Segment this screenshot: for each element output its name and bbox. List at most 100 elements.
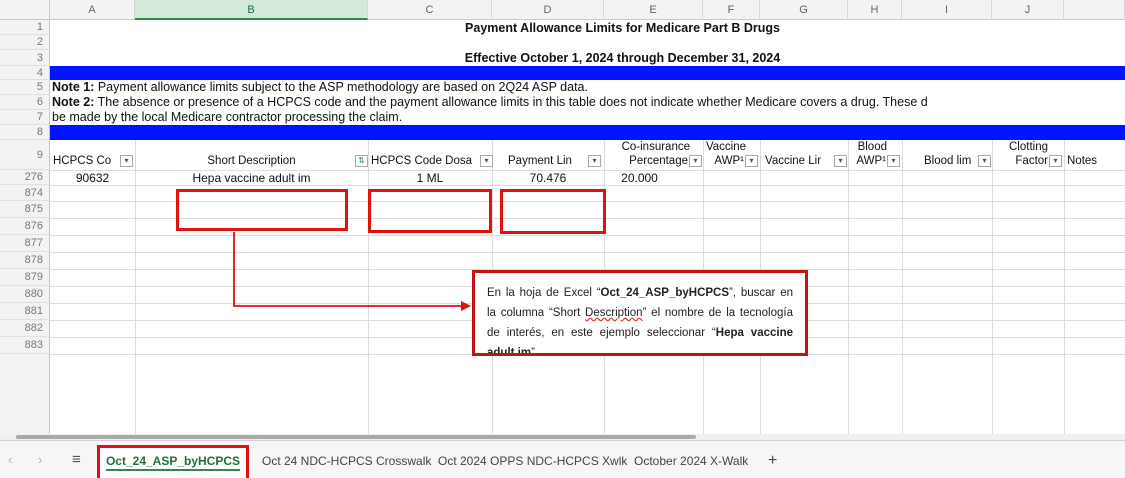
cell-hcpcs-code[interactable]: 90632 bbox=[50, 171, 135, 185]
column-header-f[interactable]: F bbox=[703, 0, 760, 20]
callout-spellcheck-word: Description bbox=[585, 307, 643, 319]
row-header[interactable]: 878 bbox=[0, 252, 50, 269]
row-header[interactable]: 881 bbox=[0, 303, 50, 320]
filter-dropdown-icon[interactable]: ▾ bbox=[120, 155, 133, 167]
callout-text: ”. bbox=[531, 347, 539, 356]
column-header-i[interactable]: I bbox=[902, 0, 992, 20]
header-blood-limit[interactable]: Blood lim bbox=[924, 154, 979, 169]
row-header[interactable]: 276 bbox=[0, 170, 50, 185]
tab-oct-24-ndc-hcpcs-crosswalk[interactable]: Oct 24 NDC-HCPCS Crosswalk bbox=[262, 449, 431, 473]
sheet-tab-bar: ‹ › ≡ Oct_24_ASP_byHCPCS Oct 24 NDC-HCPC… bbox=[0, 440, 1125, 478]
grid-line bbox=[1064, 185, 1065, 435]
scrollbar-thumb[interactable] bbox=[16, 435, 696, 439]
row-header[interactable]: 8 bbox=[0, 125, 50, 140]
grid-line bbox=[135, 185, 136, 435]
note-1: Note 1: Payment allowance limits subject… bbox=[52, 80, 588, 95]
column-header-k[interactable] bbox=[1064, 0, 1125, 20]
column-header-g[interactable]: G bbox=[760, 0, 848, 20]
filter-dropdown-icon[interactable]: ▾ bbox=[480, 155, 493, 167]
tab-oct-2024-opps-ndc-hcpcs-xwlk[interactable]: Oct 2024 OPPS NDC-HCPCS Xwlk bbox=[438, 449, 627, 473]
note-1-label: Note 1: bbox=[52, 80, 95, 94]
grid-line bbox=[1064, 140, 1065, 185]
cell-coinsurance[interactable]: 20.000 bbox=[604, 171, 703, 185]
header-clotting-factor-line2[interactable]: Factor bbox=[993, 154, 1048, 169]
header-hcpcs-code-dosage[interactable]: HCPCS Code Dosa bbox=[371, 154, 481, 169]
filter-dropdown-icon[interactable]: ▾ bbox=[834, 155, 847, 167]
filter-dropdown-icon[interactable]: ▾ bbox=[689, 155, 702, 167]
header-payment-limit[interactable]: Payment Lin bbox=[508, 154, 588, 169]
spreadsheet-grid[interactable]: A B C D E F G H I J 1 2 3 4 5 6 7 8 9 27… bbox=[0, 0, 1125, 440]
sheet-title: Payment Allowance Limits for Medicare Pa… bbox=[465, 21, 780, 35]
row-header[interactable]: 3 bbox=[0, 50, 50, 66]
grid-line bbox=[50, 252, 1125, 253]
header-blood-awp-line2[interactable]: AWP¹ bbox=[849, 154, 886, 169]
row-header[interactable]: 882 bbox=[0, 320, 50, 337]
header-clotting-factor-line1: Clotting bbox=[1009, 141, 1048, 153]
row-header[interactable]: 876 bbox=[0, 218, 50, 235]
row-header[interactable]: 5 bbox=[0, 80, 50, 95]
filter-dropdown-icon[interactable]: ▾ bbox=[1049, 155, 1062, 167]
row-header[interactable]: 879 bbox=[0, 269, 50, 286]
note-2-label: Note 2: bbox=[52, 95, 95, 109]
column-header-b[interactable]: B bbox=[135, 0, 368, 20]
highlight-box-short-description bbox=[176, 189, 348, 231]
row-header[interactable]: 7 bbox=[0, 110, 50, 125]
tab-october-2024-x-walk[interactable]: October 2024 X-Walk bbox=[634, 449, 748, 473]
note-2-text: The absence or presence of a HCPCS code … bbox=[94, 95, 928, 109]
filter-dropdown-icon[interactable]: ▾ bbox=[887, 155, 900, 167]
grid-line bbox=[50, 185, 1125, 186]
note-2: Note 2: The absence or presence of a HCP… bbox=[52, 95, 1125, 110]
header-coinsurance-line1: Co-insurance bbox=[621, 141, 690, 153]
instruction-callout: En la hoja de Excel “Oct_24_ASP_byHCPCS ”… bbox=[472, 270, 808, 356]
note-2-continued: be made by the local Medicare contractor… bbox=[52, 110, 403, 124]
header-vaccine-awp-line2[interactable]: AWP¹ bbox=[704, 154, 744, 169]
row-header[interactable]: 875 bbox=[0, 201, 50, 218]
grid-line bbox=[760, 140, 761, 185]
cell-dosage[interactable]: 1 ML bbox=[368, 171, 492, 185]
blue-band bbox=[50, 66, 1125, 80]
filter-dropdown-icon[interactable]: ▾ bbox=[745, 155, 758, 167]
row-header[interactable]: 6 bbox=[0, 95, 50, 110]
select-all-corner[interactable] bbox=[0, 0, 50, 20]
callout-text: En la hoja de Excel “ bbox=[487, 287, 601, 299]
note-1-text: Payment allowance limits subject to the … bbox=[94, 80, 588, 94]
callout-sheet-name: Oct_24_ASP_byHCPCS bbox=[600, 287, 730, 299]
grid-line bbox=[902, 185, 903, 435]
header-notes[interactable]: Notes bbox=[1067, 154, 1117, 169]
chevron-right-icon[interactable]: › bbox=[38, 453, 48, 467]
row-header-filler bbox=[0, 354, 50, 434]
filter-dropdown-icon[interactable]: ▾ bbox=[588, 155, 601, 167]
header-blood-awp-line1: Blood bbox=[857, 141, 887, 153]
header-vaccine-awp-line1: Vaccine bbox=[705, 141, 746, 153]
highlight-box-dosage bbox=[368, 189, 492, 233]
column-header-a[interactable]: A bbox=[50, 0, 135, 20]
column-header-e[interactable]: E bbox=[604, 0, 703, 20]
highlight-box-payment-limit bbox=[500, 189, 606, 234]
row-header[interactable]: 874 bbox=[0, 185, 50, 201]
row-header[interactable]: 4 bbox=[0, 66, 50, 80]
column-header-c[interactable]: C bbox=[368, 0, 492, 20]
row-header[interactable]: 880 bbox=[0, 286, 50, 303]
tab-oct-24-asp-byhcpcs[interactable]: Oct_24_ASP_byHCPCS bbox=[97, 445, 249, 478]
row-header[interactable]: 9 bbox=[0, 140, 50, 170]
column-header-j[interactable]: J bbox=[992, 0, 1064, 20]
header-hcpcs-code[interactable]: HCPCS Co bbox=[53, 154, 121, 169]
row-header[interactable]: 877 bbox=[0, 235, 50, 252]
cell-payment-limit[interactable]: 70.476 bbox=[492, 171, 604, 185]
cell-short-description[interactable]: Hepa vaccine adult im bbox=[135, 171, 368, 185]
grid-line bbox=[50, 235, 1125, 236]
sort-filter-icon[interactable]: ⇅ bbox=[355, 155, 368, 167]
row-header[interactable]: 1 bbox=[0, 20, 50, 35]
column-header-d[interactable]: D bbox=[492, 0, 604, 20]
chevron-left-icon[interactable]: ‹ bbox=[8, 453, 18, 467]
add-sheet-button[interactable]: + bbox=[768, 449, 777, 473]
row-header[interactable]: 883 bbox=[0, 337, 50, 354]
header-coinsurance-line2[interactable]: Percentage bbox=[606, 154, 688, 169]
filter-dropdown-icon[interactable]: ▾ bbox=[978, 155, 991, 167]
menu-icon[interactable]: ≡ bbox=[72, 452, 86, 467]
column-header-h[interactable]: H bbox=[848, 0, 902, 20]
row-header[interactable]: 2 bbox=[0, 35, 50, 50]
grid-line bbox=[902, 140, 903, 185]
header-short-description[interactable]: Short Description bbox=[135, 154, 368, 169]
header-vaccine-limit[interactable]: Vaccine Lir bbox=[765, 154, 835, 169]
